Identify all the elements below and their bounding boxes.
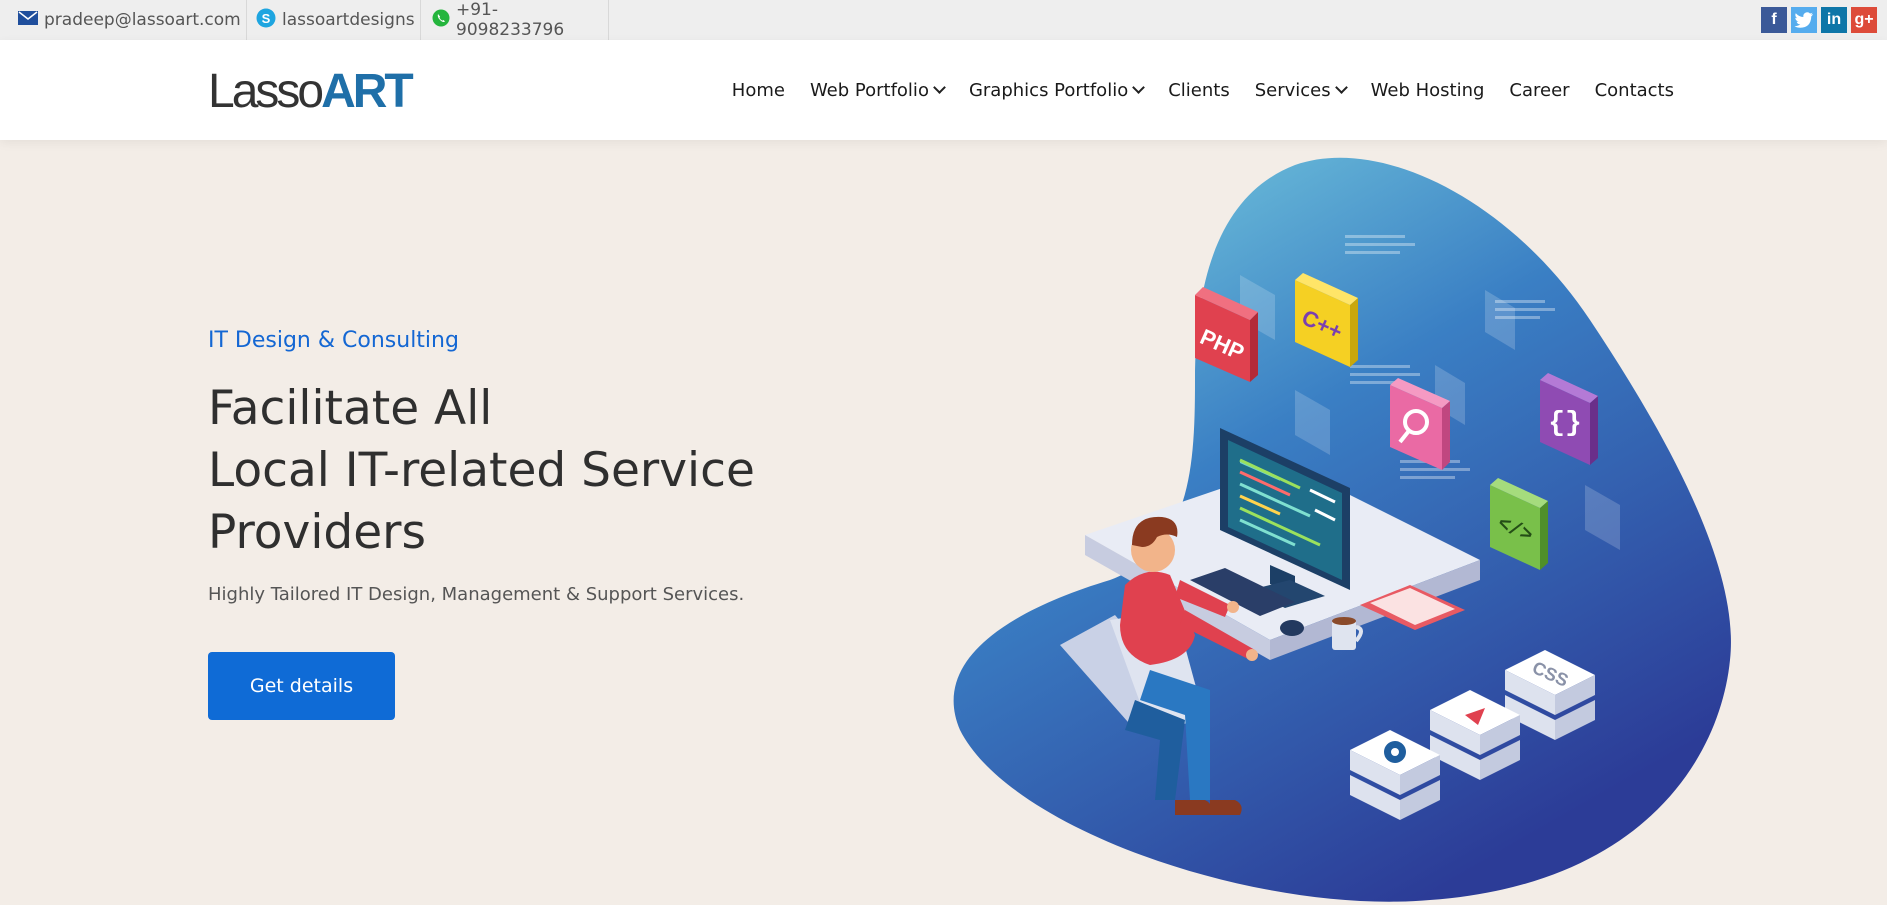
nav-item-career[interactable]: Career [1509, 80, 1569, 101]
skype-link[interactable]: S lassoartdesigns [247, 0, 421, 40]
logo-main-text: Lasso [208, 65, 324, 118]
nav-item-web-hosting[interactable]: Web Hosting [1371, 80, 1485, 101]
hero-subtext: Highly Tailored IT Design, Management & … [208, 584, 745, 605]
logo-accent-text: ART [321, 65, 414, 118]
nav-item-contacts[interactable]: Contacts [1595, 80, 1674, 101]
nav-label: Graphics Portfolio [968, 79, 1129, 101]
headline-line-3: Providers [208, 505, 426, 560]
chevron-down-icon [1132, 81, 1146, 94]
nav-item-graphics-portfolio[interactable]: Graphics Portfolio [968, 79, 1146, 101]
chevron-down-icon [1334, 81, 1348, 94]
whatsapp-link[interactable]: +91-9098233796 [421, 0, 609, 40]
nav-item-clients[interactable]: Clients [1168, 80, 1230, 101]
nav-label: Services [1254, 79, 1331, 101]
hero-eyebrow: IT Design & Consulting [208, 328, 459, 353]
svg-text:{}: {} [1548, 408, 1582, 439]
page-bottom-strip [0, 905, 1887, 914]
email-text: pradeep@lassoart.com [44, 10, 241, 30]
hero-headline: Facilitate All Local IT-related Service … [208, 378, 755, 564]
social-links: f in g+ [1761, 7, 1877, 33]
skype-text: lassoartdesigns [282, 10, 415, 30]
hero-section: IT Design & Consulting Facilitate All Lo… [0, 140, 1887, 905]
nav-item-web-portfolio[interactable]: Web Portfolio [809, 79, 946, 101]
google-plus-icon[interactable]: g+ [1851, 7, 1877, 33]
mouse [1280, 620, 1304, 636]
nav-label: Career [1509, 79, 1570, 101]
nav-label: Home [731, 79, 785, 101]
skype-icon: S [256, 8, 276, 33]
get-details-button[interactable]: Get details [208, 652, 395, 720]
svg-text:S: S [262, 11, 271, 26]
hero-illustration: PHP C++ {} </> CSS [953, 157, 1731, 902]
site-header: Lasso ART Home Web Portfolio Graphics Por… [0, 40, 1887, 140]
whatsapp-icon [432, 9, 450, 32]
chevron-down-icon [933, 81, 946, 94]
nav-label: Clients [1168, 79, 1230, 101]
email-icon [18, 10, 38, 31]
nav-item-services[interactable]: Services [1254, 79, 1348, 101]
email-link[interactable]: pradeep@lassoart.com [0, 0, 247, 40]
headline-line-2: Local IT-related Service [208, 443, 755, 498]
contact-bar: pradeep@lassoart.com S lassoartdesigns +… [0, 0, 1887, 40]
nav-item-home[interactable]: Home [732, 80, 785, 101]
nav-label: Contacts [1594, 79, 1674, 101]
linkedin-icon[interactable]: in [1821, 7, 1847, 33]
main-nav: Home Web Portfolio Graphics Portfolio Cl… [732, 40, 1674, 140]
site-logo[interactable]: Lasso ART [208, 65, 414, 118]
facebook-icon[interactable]: f [1761, 7, 1787, 33]
twitter-icon[interactable] [1791, 7, 1817, 33]
headline-line-1: Facilitate All [208, 381, 493, 436]
nav-label: Web Hosting [1370, 79, 1485, 101]
nav-label: Web Portfolio [809, 79, 929, 101]
phone-text: +91-9098233796 [456, 0, 565, 40]
